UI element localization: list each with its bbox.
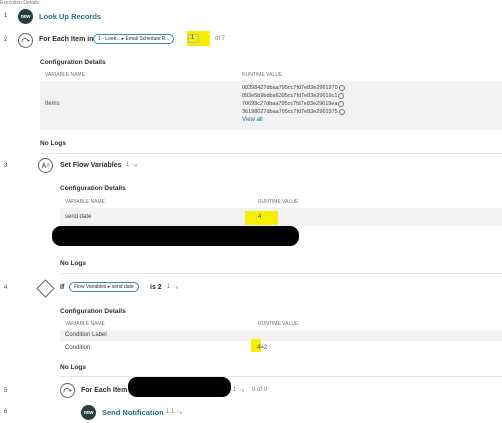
step-number: 6: [4, 409, 8, 415]
info-icon[interactable]: [338, 92, 345, 99]
config-row: [60, 330, 502, 341]
loop-icon: [60, 383, 75, 398]
variable-name: Items: [45, 101, 60, 107]
variable-name: Condition: [65, 345, 91, 351]
iteration-total: of 7: [215, 36, 226, 42]
step-title-if: If: [60, 284, 65, 291]
step-number: 5: [4, 388, 8, 394]
sys-id-link[interactable]: 893e5b9bdba6395cc7fd7e83e29619c1: [242, 92, 345, 100]
step-title-send-notification[interactable]: Send Notification: [102, 408, 164, 417]
step-title-for-each: For Each Item in: [39, 36, 94, 43]
data-pill-send-date[interactable]: Flow Variables ▸ send date: [69, 282, 139, 292]
runtime-value: 4=2: [257, 345, 268, 351]
data-pill-items[interactable]: 1 - Look... ▸ Email Schedule R...: [93, 34, 175, 44]
now-logo-icon: now: [18, 9, 33, 24]
condition-operator: is 2: [150, 284, 162, 291]
view-all-link[interactable]: View all: [242, 117, 263, 123]
iteration-input[interactable]: 1: [188, 34, 199, 43]
column-header-variable: VARIABLE NAME: [65, 199, 105, 205]
execution-details-label: Execution Details: [0, 0, 39, 6]
configuration-details-title: Configuration Details: [60, 185, 126, 192]
column-header-runtime: RUNTIME VALUE: [242, 72, 283, 78]
divider: [40, 153, 502, 154]
configuration-details-title: Configuration Details: [40, 59, 106, 66]
loop-icon: [18, 33, 33, 48]
highlight-marker: [245, 211, 278, 225]
configuration-details-title: Configuration Details: [60, 308, 126, 315]
no-logs-label: No Logs: [40, 140, 66, 147]
column-header-runtime: RUNTIME VALUE: [258, 321, 299, 327]
step-number: 2: [4, 37, 8, 43]
info-icon[interactable]: [338, 100, 345, 107]
info-icon[interactable]: [338, 108, 345, 115]
step-number: 3: [4, 163, 8, 169]
column-header-variable: VARIABLE NAME: [45, 72, 85, 78]
sys-id-link[interactable]: 70698c27dbaa795cc7fd7e83e29619ea: [242, 100, 345, 108]
step-meta: 1.1 ◌ₐ: [166, 409, 182, 415]
divider: [60, 273, 502, 274]
variable-name: Condition Label: [65, 332, 107, 338]
no-logs-label: No Logs: [60, 260, 86, 267]
decision-icon: [36, 279, 55, 298]
iteration-counter: 0 of 0: [252, 387, 268, 393]
variable-name: send date: [65, 214, 92, 220]
step-meta: 1 ◌ₐ: [167, 284, 178, 290]
runtime-value: 4: [258, 214, 262, 220]
step-number: 4: [4, 285, 8, 291]
redacted-area: [128, 377, 231, 397]
step-title-look-up-records[interactable]: Look Up Records: [39, 12, 101, 21]
redacted-area: [52, 226, 299, 246]
set-variable-icon: [38, 158, 53, 173]
no-logs-label: No Logs: [60, 364, 86, 371]
sys-id-link[interactable]: 08398427dbaa795cc7fd7e83e2961970: [242, 84, 345, 92]
info-icon[interactable]: [338, 84, 345, 91]
sys-id-link[interactable]: 36198027dbaa795cc7fd7e83e2961975: [242, 108, 345, 116]
now-logo-icon: now: [81, 405, 96, 420]
column-header-runtime: RUNTIME VALUE: [258, 199, 299, 205]
divider: [60, 376, 502, 377]
config-row: [60, 208, 502, 226]
step-title-set-flow-variables: Set Flow Variables: [60, 162, 122, 169]
step-meta: 1 ◌ₐ: [233, 387, 244, 393]
step-number: 1: [4, 13, 8, 19]
step-meta: 1 ◌ₐ: [126, 162, 137, 168]
column-header-variable: VARIABLE NAME: [65, 321, 105, 327]
